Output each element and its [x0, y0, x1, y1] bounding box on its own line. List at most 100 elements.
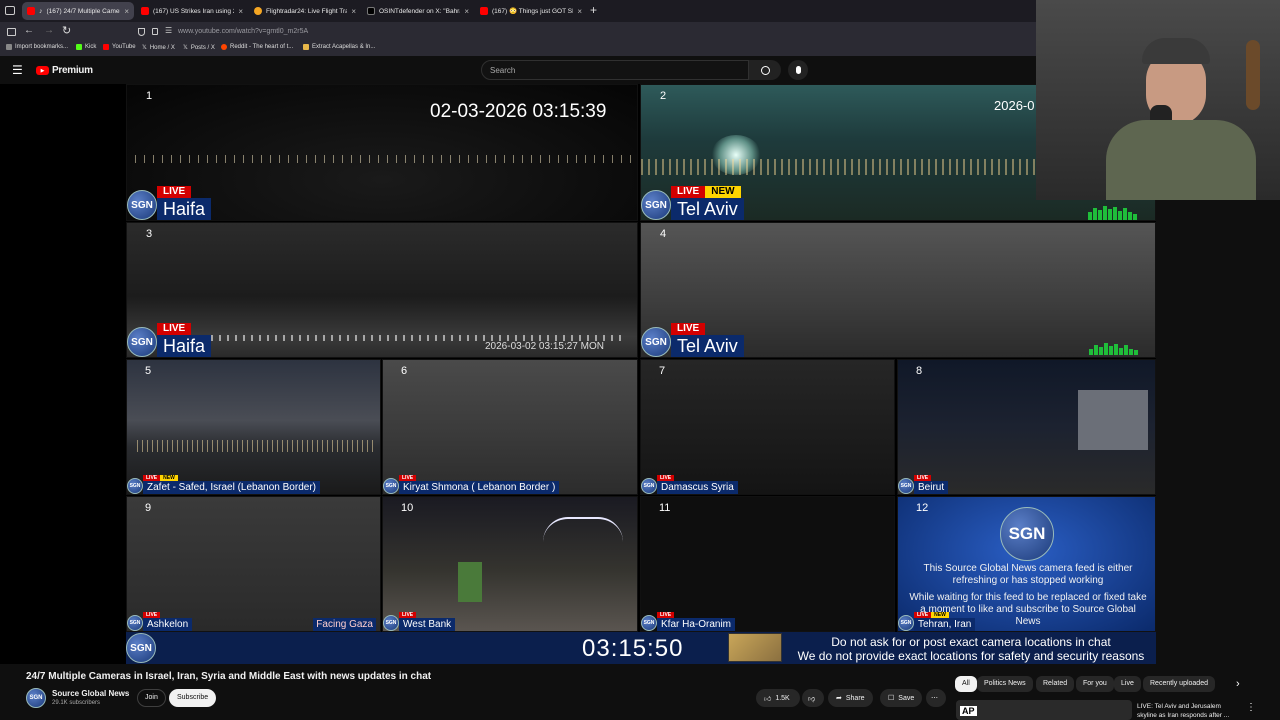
- sgn-logo: SGN: [641, 190, 671, 220]
- camera-feed: 3 2026-03-02 03:15:27 MON SGN LIVE Haifa: [126, 222, 638, 358]
- browser-tab[interactable]: (167) US Strikes Iran using 2 Ai ×: [136, 2, 248, 20]
- search-button[interactable]: [749, 60, 781, 80]
- map-thumbnail: [728, 633, 782, 662]
- camera-feed: 4 SGN LIVE Tel Aviv: [640, 222, 1156, 358]
- save-label: Save: [898, 694, 915, 702]
- shield-icon[interactable]: [138, 28, 145, 36]
- sidebar-toggle-icon[interactable]: [5, 6, 15, 15]
- like-button[interactable]: 👍︎ 1.5K: [756, 689, 800, 707]
- menu-icon[interactable]: ☰: [12, 63, 23, 77]
- back-icon[interactable]: ←: [24, 25, 34, 36]
- camera-overlay: SGN LIVE Haifa: [127, 323, 212, 357]
- dislike-button[interactable]: 👎︎: [802, 689, 824, 707]
- import-icon: [6, 44, 12, 50]
- bookmark-item[interactable]: 𝕏 Posts / X: [183, 44, 215, 52]
- camera-feed: 7 SGN LIVE Damascus Syria: [640, 359, 895, 495]
- tab-label: (167) US Strikes Iran using 2 Ai: [153, 7, 234, 15]
- close-tab-icon[interactable]: ×: [351, 7, 356, 16]
- person-body: [1106, 120, 1256, 200]
- camera-direction-label: Facing Gaza: [313, 618, 376, 631]
- sgn-logo: SGN: [898, 478, 914, 494]
- new-tab-icon[interactable]: +: [590, 3, 597, 17]
- channel-name[interactable]: Source Global News: [52, 689, 129, 698]
- reload-icon[interactable]: ↻: [62, 24, 71, 37]
- close-tab-icon[interactable]: ×: [464, 7, 469, 16]
- subscribe-button[interactable]: Subscribe: [169, 689, 217, 707]
- more-vertical-icon[interactable]: ⋮: [1246, 702, 1256, 713]
- recommended-thumbnail[interactable]: AP: [956, 700, 1132, 720]
- browser-tab[interactable]: (167) 😳 Things just GOT SERIO ×: [475, 2, 587, 20]
- bookmark-item[interactable]: Reddit - The heart of t...: [221, 44, 293, 50]
- bookmark-item[interactable]: Import bookmarks...: [6, 44, 68, 50]
- recommended-title[interactable]: LIVE: Tel Aviv and Jerusalem skyline as …: [1137, 702, 1237, 720]
- bookmark-item[interactable]: YouTube: [103, 44, 136, 50]
- live-badge: LIVE: [671, 186, 706, 198]
- camera-number: 5: [145, 365, 152, 377]
- camera-city-name: Kiryat Shmona ( Lebanon Border ): [399, 481, 560, 494]
- sgn-logo: SGN: [641, 327, 671, 357]
- camera-feed: 9 Facing Gaza SGN LIVE Ashkelon: [126, 496, 381, 632]
- kick-icon: [76, 44, 82, 50]
- bookmark-label: Home / X: [149, 44, 175, 51]
- chip-politics-news[interactable]: Politics News: [977, 676, 1033, 692]
- camera-overlay: SGN LIVE Kfar Ha-Oranim: [641, 612, 736, 631]
- audio-level-meter: [1089, 343, 1138, 355]
- search-input[interactable]: Search: [481, 60, 749, 80]
- video-player[interactable]: 1 02-03-2026 03:15:39 SGN LIVE Haifa 2 2…: [0, 84, 1156, 664]
- browser-tab[interactable]: ♪ (167) 24/7 Multiple Camera ×: [22, 2, 134, 20]
- close-tab-icon[interactable]: ×: [238, 7, 243, 16]
- chip-all[interactable]: All: [955, 676, 977, 692]
- bookmark-label: Import bookmarks...: [15, 44, 69, 50]
- sgn-logo: SGN: [127, 478, 143, 494]
- building-shape: [1078, 390, 1148, 450]
- flightradar-icon: [254, 7, 262, 15]
- sgn-logo: SGN: [641, 615, 657, 631]
- chevron-right-icon[interactable]: ›: [1236, 678, 1240, 690]
- camera-overlay: SGN LIVE Beirut: [898, 475, 949, 494]
- bookmark-item[interactable]: Kick: [76, 44, 96, 50]
- more-actions-button[interactable]: ⋯: [926, 689, 946, 707]
- browser-tab[interactable]: Flightradar24: Live Flight Tracke ×: [249, 2, 361, 20]
- bookmark-item[interactable]: Extract Acapellas & In...: [303, 44, 375, 50]
- camera-overlay: SGN LIVE Haifa: [127, 186, 212, 220]
- permissions-icon[interactable]: ☰: [165, 26, 172, 35]
- folder-icon: [303, 44, 309, 50]
- close-tab-icon[interactable]: ×: [577, 7, 582, 16]
- sgn-logo: SGN: [641, 478, 657, 494]
- valley-lights: [137, 440, 377, 452]
- chip-related[interactable]: Related: [1036, 676, 1075, 692]
- bookmark-icon: ☐: [888, 695, 895, 702]
- bookmark-item[interactable]: 𝕏 Home / X: [142, 44, 175, 52]
- youtube-logo[interactable]: ▶ Premium: [36, 65, 93, 76]
- camera-overlay: SGN LIVE NEW Tehran, Iran: [898, 612, 976, 631]
- sgn-logo: SGN: [383, 478, 399, 494]
- live-badge: LIVE: [157, 323, 192, 335]
- lock-icon: [152, 28, 158, 35]
- like-count: 1.5K: [775, 694, 790, 702]
- voice-search-button[interactable]: [788, 60, 808, 80]
- browser-tab[interactable]: OSINTdefender on X: "Bahrain ×: [362, 2, 474, 20]
- close-tab-icon[interactable]: ×: [124, 7, 129, 16]
- camera-city-name: Ashkelon: [143, 618, 193, 631]
- channel-avatar[interactable]: SGN: [26, 688, 46, 708]
- sidebar-icon[interactable]: [7, 28, 16, 36]
- save-button[interactable]: ☐ Save: [880, 689, 923, 707]
- feed-notice-text: This Source Global News camera feed is e…: [923, 563, 1133, 586]
- share-label: Share: [845, 694, 865, 702]
- camera-feed: 10 SGN LIVE West Bank: [382, 496, 638, 632]
- camera-number: 6: [401, 365, 408, 377]
- share-button[interactable]: ➦ Share: [828, 689, 873, 707]
- forward-icon[interactable]: →: [44, 25, 54, 36]
- join-button[interactable]: Join: [137, 689, 166, 707]
- youtube-play-icon: ▶: [36, 66, 49, 75]
- url-field[interactable]: www.youtube.com/watch?v=gmtl0_m2r5A: [178, 28, 308, 35]
- camera-overlay: SGN LIVE Kiryat Shmona ( Lebanon Border …: [383, 475, 560, 494]
- chip-recently-uploaded[interactable]: Recently uploaded: [1143, 676, 1215, 692]
- bookmark-label: Reddit - The heart of t...: [230, 44, 294, 50]
- sgn-logo: SGN: [127, 190, 157, 220]
- camera-overlay: SGN LIVE Damascus Syria: [641, 475, 738, 494]
- tab-label: Flightradar24: Live Flight Tracke: [266, 7, 348, 15]
- chip-for-you[interactable]: For you: [1076, 676, 1114, 692]
- chip-live[interactable]: Live: [1114, 676, 1141, 692]
- search-icon: [760, 65, 770, 75]
